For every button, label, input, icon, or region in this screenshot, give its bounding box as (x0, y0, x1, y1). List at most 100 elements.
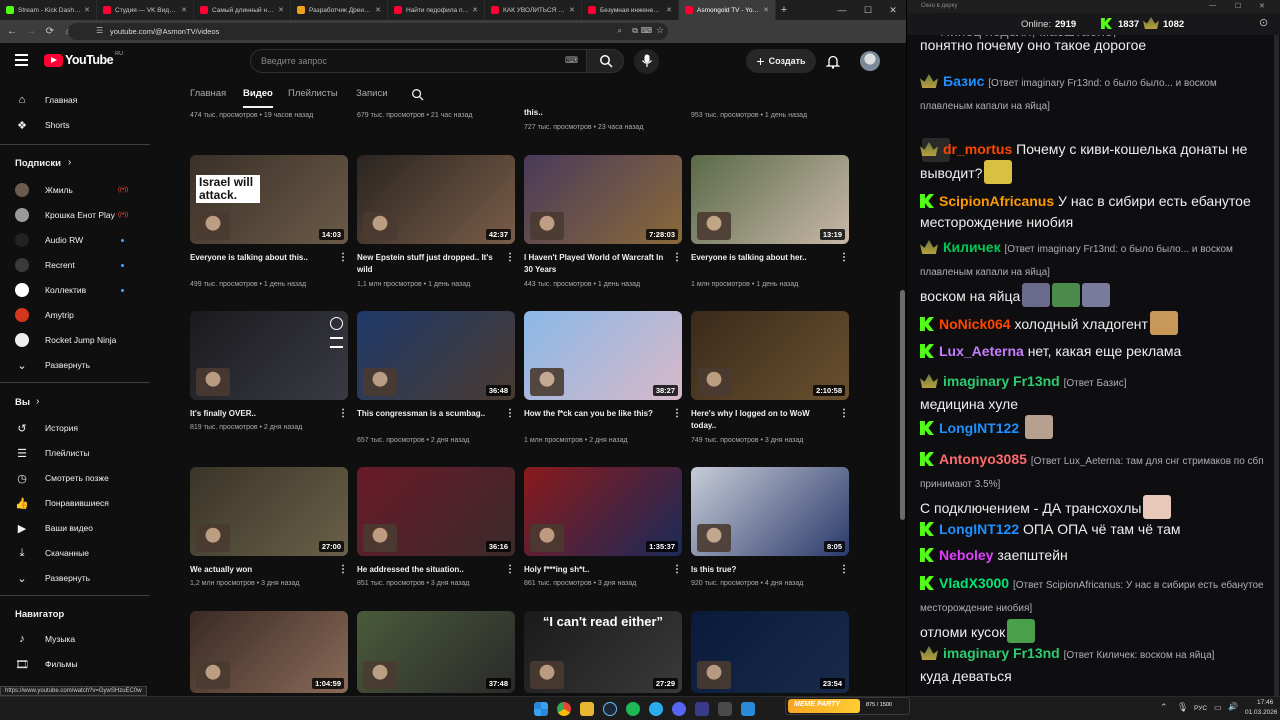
browser-tab[interactable]: Самый длинный нос… ✕ (194, 0, 291, 20)
sidebar-item-home[interactable]: ⌂ Главная (0, 88, 150, 112)
video-title[interactable]: this.. (524, 107, 664, 119)
video-title[interactable]: How the f*ck can you be like this? (524, 408, 664, 420)
tab-close-icon[interactable]: ✕ (666, 6, 672, 14)
spotify-icon[interactable] (626, 702, 640, 716)
add-to-queue-icon[interactable] (330, 337, 343, 348)
site-info-icon[interactable]: ☰ (96, 26, 103, 35)
sidebar-item-shorts[interactable]: ❖ Shorts (0, 113, 150, 137)
volume-icon[interactable]: 🔊 (1228, 702, 1238, 711)
telegram-icon[interactable] (649, 702, 663, 716)
sidebar-item-subscription[interactable]: Коллектив (0, 278, 150, 302)
scrollbar-thumb[interactable] (900, 290, 905, 520)
search-button[interactable] (586, 49, 624, 73)
video-thumbnail[interactable]: 1:04:59 (190, 611, 348, 693)
translate-icon[interactable]: ⌨ (640, 26, 652, 35)
video-more-options-icon[interactable]: ⋮ (672, 564, 682, 575)
sidebar-item-music[interactable]: ♪ Музыка (0, 627, 150, 651)
tray-chevron-icon[interactable]: ⌃ (1160, 702, 1168, 713)
chat-username[interactable]: Antonyo3085 (939, 451, 1027, 467)
video-thumbnail[interactable]: 2:10:58 (691, 311, 849, 400)
video-more-options-icon[interactable]: ⋮ (672, 408, 682, 419)
chat-username[interactable]: Киличек (943, 239, 1001, 255)
network-icon[interactable]: ▭ (1214, 703, 1222, 712)
meme-party-widget[interactable]: MEME PARTY 875 / 1500 (785, 697, 910, 715)
video-thumbnail[interactable]: 7:28:03 (524, 155, 682, 244)
sidebar-item-history[interactable]: ↺ История (0, 416, 150, 440)
sidebar-item-subscription[interactable]: Audio RW (0, 228, 150, 252)
video-more-options-icon[interactable]: ⋮ (338, 408, 348, 419)
video-thumbnail[interactable]: 38:27 (524, 311, 682, 400)
sidebar-expand-subscriptions[interactable]: ⌄ Развернуть (0, 353, 150, 377)
video-title[interactable]: He addressed the situation.. (357, 564, 497, 576)
subscriptions-header[interactable]: Подписки (15, 158, 61, 169)
watch-later-clock-icon[interactable] (330, 317, 343, 330)
keyboard-icon[interactable]: ⌨ (565, 55, 578, 66)
voice-search-button[interactable] (634, 49, 659, 74)
browser-tab[interactable]: Stream - Kick Dashboard✕ (0, 0, 97, 20)
video-title[interactable]: Here's why I logged on to WoW today.. (691, 408, 831, 432)
video-thumbnail[interactable]: 42:37 (357, 155, 515, 244)
video-more-options-icon[interactable]: ⋮ (338, 252, 348, 263)
you-header[interactable]: Вы (15, 397, 30, 408)
back-icon[interactable]: ← (5, 25, 19, 39)
chat-username[interactable]: imaginary Fr13nd (943, 373, 1060, 389)
chrome-icon[interactable] (557, 702, 571, 716)
video-more-options-icon[interactable]: ⋮ (839, 564, 849, 575)
channel-search-icon[interactable] (411, 88, 424, 101)
start-icon[interactable] (534, 702, 548, 716)
chat-scrollbar[interactable] (1274, 35, 1279, 696)
browser-tab[interactable]: Найти педофила по х…✕ (388, 0, 485, 20)
browser-tab[interactable]: Asmongold TV - YouTube✕ (679, 0, 776, 20)
sidebar-item-download[interactable]: ⤓ Скачанные (0, 541, 150, 565)
create-button[interactable]: + Создать (746, 49, 816, 73)
video-thumbnail[interactable]: 1:35:37 (524, 467, 682, 556)
video-more-options-icon[interactable]: ⋮ (505, 252, 515, 263)
chat-username[interactable]: LongINT122 (939, 521, 1019, 537)
tab-close-icon[interactable]: ✕ (763, 6, 769, 14)
video-thumbnail[interactable] (190, 311, 348, 400)
reload-icon[interactable]: ⟳ (43, 25, 57, 39)
video-more-options-icon[interactable]: ⋮ (338, 564, 348, 575)
maximize-button[interactable]: ☐ (855, 0, 881, 20)
video-thumbnail[interactable]: 37:48 (357, 611, 515, 693)
tab-posts[interactable]: Записи (356, 88, 388, 99)
sidebar-item-your-videos[interactable]: ▶ Ваши видео (0, 516, 150, 540)
chat-username[interactable]: Lux_Aeterna (939, 343, 1024, 359)
video-more-options-icon[interactable]: ⋮ (505, 564, 515, 575)
video-title[interactable]: We actually won (190, 564, 330, 576)
tab-home[interactable]: Главная (190, 88, 226, 99)
tab-videos[interactable]: Видео (243, 88, 273, 99)
chat-username[interactable]: Neboley (939, 547, 993, 563)
language-indicator[interactable]: РУС (1194, 705, 1207, 712)
video-thumbnail[interactable]: 23:54 (691, 611, 849, 693)
bookmark-star-icon[interactable]: ☆ (656, 25, 664, 36)
browser-tab[interactable]: Безумная инженерия…✕ (582, 0, 679, 20)
video-title[interactable]: This congressman is a scumbag.. (357, 408, 497, 420)
sidebar-item-watch-later[interactable]: ◷ Смотреть позже (0, 466, 150, 490)
tab-close-icon[interactable]: ✕ (181, 6, 187, 14)
sidebar-item-subscription[interactable]: Жмиль ((•)) (0, 178, 150, 202)
page-scrollbar[interactable] (899, 80, 906, 686)
file-explorer-icon[interactable] (580, 702, 594, 716)
chat-username[interactable]: Базис (943, 73, 984, 89)
steam-icon[interactable] (603, 702, 617, 716)
video-thumbnail[interactable]: 13:19 (691, 155, 849, 244)
video-title[interactable]: It's finally OVER.. (190, 408, 330, 420)
notifications-bell-icon[interactable] (826, 54, 840, 69)
chat-settings-icon[interactable]: ⊙ (1259, 16, 1268, 29)
video-more-options-icon[interactable]: ⋮ (505, 408, 515, 419)
video-more-options-icon[interactable]: ⋮ (839, 252, 849, 263)
browser-tab[interactable]: КАК УВОЛИТЬСЯ И П…✕ (485, 0, 582, 20)
chat-username[interactable]: ScipionAfricanus (939, 193, 1054, 209)
app-icon[interactable] (672, 702, 686, 716)
video-title[interactable]: New Epstein stuff just dropped.. It's wi… (357, 252, 497, 276)
video-thumbnail[interactable]: 36:48 (357, 311, 515, 400)
hamburger-menu-icon[interactable] (15, 54, 28, 66)
close-icon[interactable]: ✕ (1259, 2, 1265, 10)
browser-tab[interactable]: Разработчик Дреи… ✕ (291, 0, 388, 20)
chat-username[interactable]: dr_mortus (943, 141, 1012, 157)
close-window-button[interactable]: ✕ (880, 0, 906, 20)
tab-close-icon[interactable]: ✕ (278, 6, 284, 14)
video-title[interactable]: Is this true? (691, 564, 831, 576)
video-title[interactable]: Everyone is talking about this.. (190, 252, 330, 264)
